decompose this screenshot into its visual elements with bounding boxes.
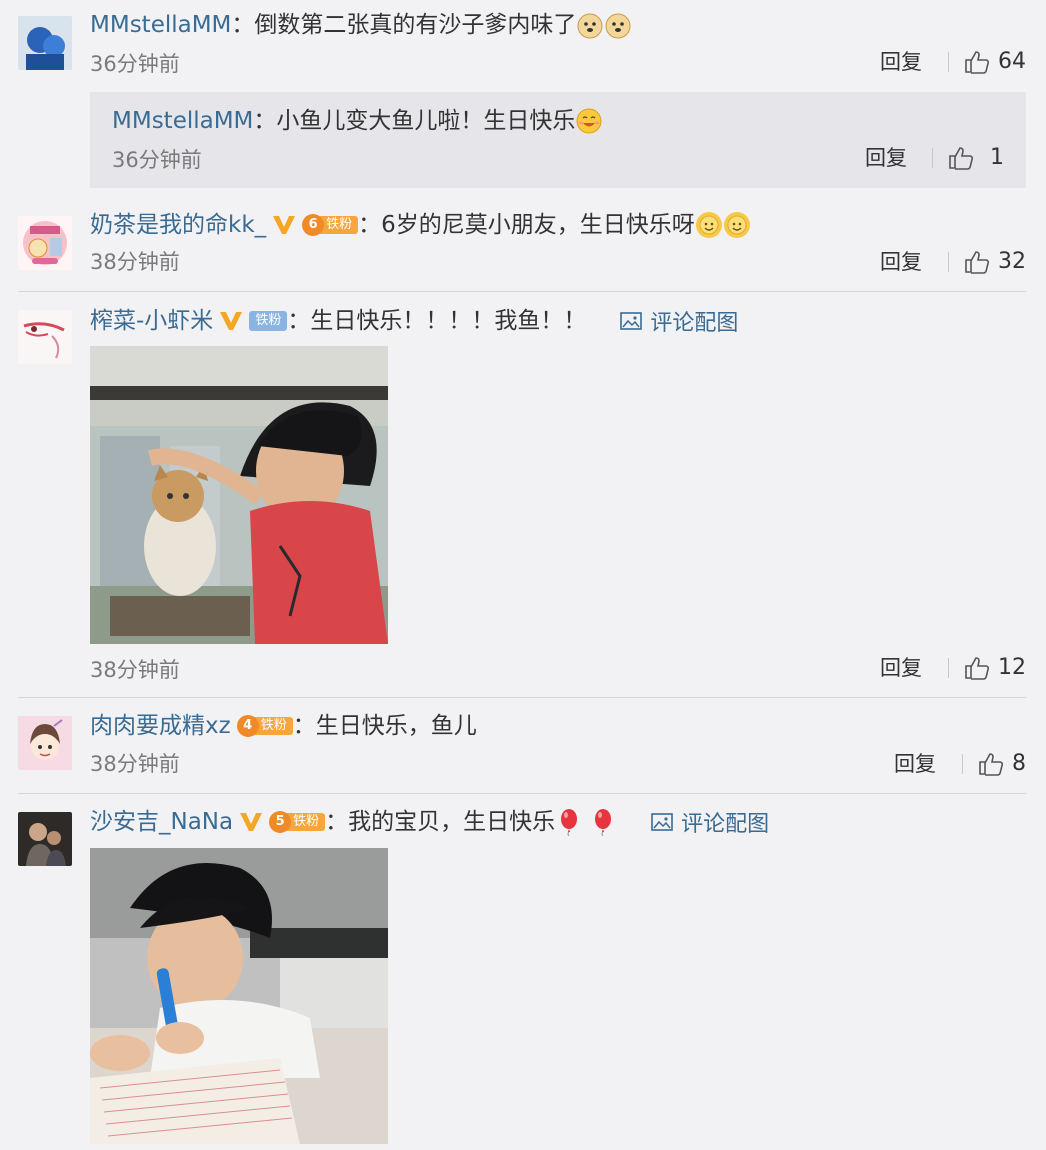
username[interactable]: MMstellaMM bbox=[112, 106, 253, 136]
sketch-avatar-icon bbox=[18, 310, 72, 364]
comment-header: MMstellaMM ： 倒数第二张真的有沙子爹内味了 bbox=[90, 10, 632, 40]
thumbs-up-icon bbox=[979, 753, 1004, 776]
verified-v-icon bbox=[273, 216, 296, 234]
birthday-avatar-icon bbox=[18, 216, 72, 270]
doge-face-emoji-icon bbox=[605, 13, 631, 39]
divider bbox=[948, 252, 949, 272]
username[interactable]: 奶茶是我的命kk_ bbox=[90, 210, 266, 240]
sun-face-emoji-icon bbox=[723, 212, 750, 238]
comment-text: 生日快乐，鱼儿 bbox=[315, 713, 477, 739]
thumbs-up-icon bbox=[965, 657, 990, 680]
thumbs-up-icon bbox=[965, 251, 990, 274]
comment-photo[interactable] bbox=[90, 848, 388, 1144]
like-button[interactable]: 1 bbox=[948, 144, 1004, 172]
thumbs-up-icon bbox=[949, 147, 974, 170]
avatar[interactable] bbox=[18, 716, 72, 770]
avatar[interactable] bbox=[18, 310, 72, 364]
comment-time: 38分钟前 bbox=[90, 752, 180, 776]
username[interactable]: MMstellaMM bbox=[90, 10, 231, 40]
like-count: 32 bbox=[998, 249, 1026, 274]
balloon-emoji-icon bbox=[595, 809, 612, 836]
divider bbox=[962, 754, 963, 774]
comment-text: 6岁的尼莫小朋友，生日快乐呀 bbox=[381, 212, 695, 238]
divider bbox=[948, 52, 949, 72]
reply-button[interactable]: 回复 bbox=[880, 48, 922, 76]
fan-badge: 5 铁粉 bbox=[269, 811, 326, 833]
balloon-emoji-icon bbox=[561, 809, 578, 836]
image-icon bbox=[620, 312, 643, 330]
avatar[interactable] bbox=[18, 812, 72, 866]
like-count: 12 bbox=[998, 655, 1026, 680]
like-button[interactable]: 12 bbox=[964, 654, 1026, 682]
reply-button[interactable]: 回复 bbox=[880, 654, 922, 682]
cartoon-girl-avatar-icon bbox=[18, 716, 72, 770]
happy-face-emoji-icon bbox=[576, 108, 602, 134]
doge-face-emoji-icon bbox=[577, 13, 603, 39]
fan-badge: 4 铁粉 bbox=[236, 715, 293, 737]
like-count: 64 bbox=[998, 49, 1026, 74]
like-count: 1 bbox=[990, 145, 1004, 170]
like-count: 8 bbox=[1012, 751, 1026, 776]
boy-writing-photo bbox=[90, 848, 388, 1144]
reply-header: MMstellaMM ： 小鱼儿变大鱼儿啦！生日快乐 bbox=[112, 106, 603, 136]
username[interactable]: 肉肉要成精xz bbox=[90, 711, 231, 741]
reply-text: 小鱼儿变大鱼儿啦！生日快乐 bbox=[276, 108, 576, 134]
verified-v-icon bbox=[240, 813, 263, 831]
comment-text: 生日快乐！！！！我鱼！！ bbox=[310, 308, 587, 334]
comment-header: 奶茶是我的命kk_ 6 铁粉 ： 6岁的尼莫小朋友，生日快乐呀 bbox=[90, 210, 751, 240]
comment-time: 36分钟前 bbox=[90, 52, 180, 76]
comment-header: 沙安吉_NaNa 5 铁粉 ： 我的宝贝，生日快乐 评论配图 bbox=[90, 806, 769, 838]
username[interactable]: 沙安吉_NaNa bbox=[90, 807, 233, 837]
comment-image-link[interactable]: 评论配图 bbox=[651, 806, 769, 838]
reply-time: 36分钟前 bbox=[112, 148, 202, 172]
image-icon bbox=[651, 813, 673, 831]
like-button[interactable]: 32 bbox=[964, 248, 1026, 276]
comment-text: 倒数第二张真的有沙子爹内味了 bbox=[254, 12, 577, 38]
like-button[interactable]: 64 bbox=[964, 48, 1026, 76]
comment-divider bbox=[18, 291, 1026, 292]
comment-photo[interactable] bbox=[90, 346, 388, 644]
divider bbox=[932, 148, 933, 168]
verified-v-icon bbox=[220, 312, 243, 330]
fan-badge: 6 铁粉 bbox=[302, 214, 359, 236]
thumbs-up-icon bbox=[965, 51, 990, 74]
avatar[interactable] bbox=[18, 16, 72, 70]
comment-header: 肉肉要成精xz 4 铁粉 ： 生日快乐，鱼儿 bbox=[90, 711, 477, 741]
like-button[interactable]: 8 bbox=[978, 750, 1026, 778]
sun-face-emoji-icon bbox=[695, 212, 722, 238]
reply-button[interactable]: 回复 bbox=[880, 248, 922, 276]
comment-divider bbox=[18, 697, 1026, 698]
photo-avatar-icon bbox=[18, 812, 72, 866]
avatar[interactable] bbox=[18, 216, 72, 270]
username[interactable]: 榨菜-小虾米 bbox=[90, 306, 213, 336]
divider bbox=[948, 658, 949, 678]
fan-badge: 铁粉 bbox=[249, 310, 288, 332]
comment-text: 我的宝贝，生日快乐 bbox=[348, 809, 556, 835]
reply-button[interactable]: 回复 bbox=[865, 144, 907, 172]
boy-petting-cat-photo bbox=[90, 346, 388, 644]
comment-divider bbox=[18, 793, 1026, 794]
reply-button[interactable]: 回复 bbox=[894, 750, 936, 778]
comment-time: 38分钟前 bbox=[90, 250, 180, 274]
comment-header: 榨菜-小虾米 铁粉 ： 生日快乐！！！！我鱼！！ 评论配图 bbox=[90, 305, 738, 337]
comment-image-link[interactable]: 评论配图 bbox=[620, 305, 738, 337]
blue-figure-avatar-icon bbox=[18, 16, 72, 70]
comment-time: 38分钟前 bbox=[90, 658, 180, 682]
